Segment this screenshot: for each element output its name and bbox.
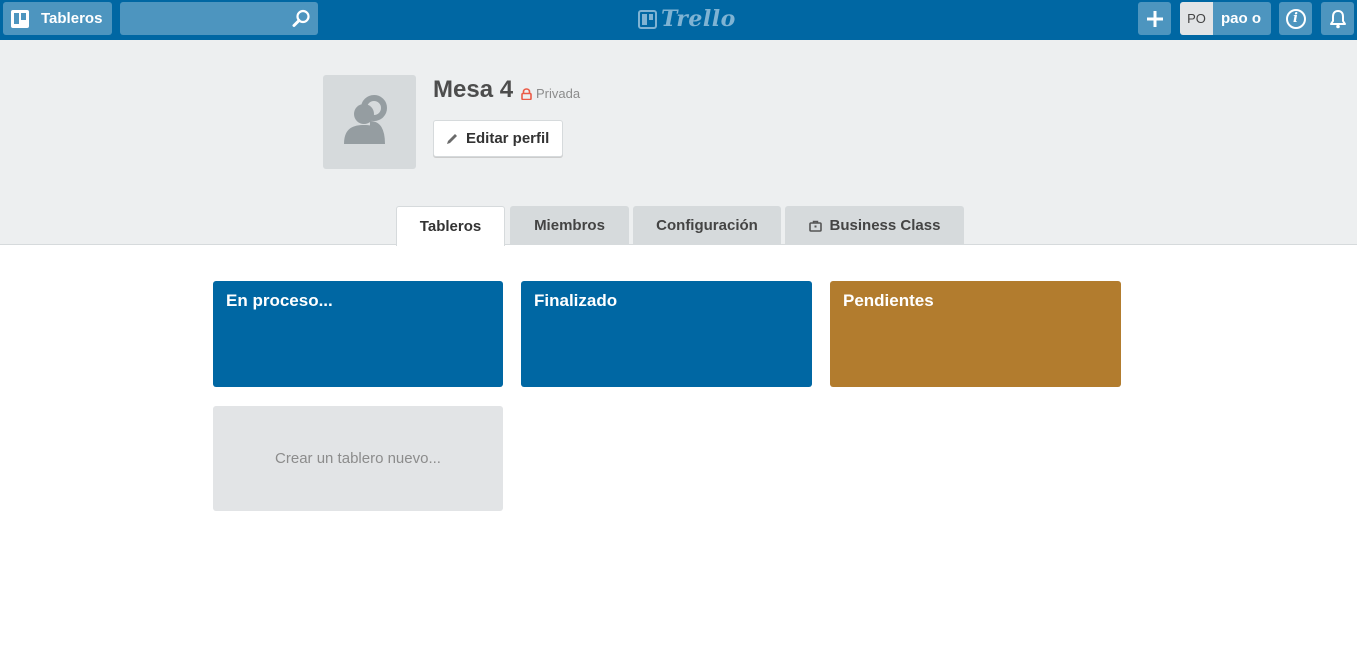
search-box[interactable] bbox=[120, 2, 318, 35]
user-name: pao o bbox=[1221, 10, 1261, 27]
privacy-indicator[interactable]: Privada bbox=[521, 86, 580, 101]
pencil-icon bbox=[447, 133, 457, 144]
organization-avatar bbox=[323, 75, 416, 169]
privacy-label: Privada bbox=[536, 86, 581, 101]
briefcase-icon bbox=[808, 220, 822, 232]
add-button[interactable] bbox=[1138, 2, 1171, 35]
logo-text: Trello bbox=[661, 6, 736, 32]
user-menu-button[interactable]: PO pao o bbox=[1180, 2, 1271, 35]
bell-icon bbox=[1329, 9, 1346, 28]
trello-logo-icon bbox=[638, 9, 657, 29]
board-tile-pendientes[interactable]: Pendientes bbox=[830, 281, 1121, 387]
profile-header: Mesa 4 Privada Editar perfil Tableros Mi… bbox=[0, 40, 1357, 246]
boards-button-label: Tableros bbox=[41, 10, 103, 27]
tab-settings[interactable]: Configuración bbox=[633, 206, 781, 245]
search-input[interactable] bbox=[120, 2, 285, 35]
organization-icon bbox=[343, 95, 387, 145]
tab-label: Configuración bbox=[656, 217, 758, 234]
tab-business-class[interactable]: Business Class bbox=[785, 206, 964, 245]
board-title: Finalizado bbox=[534, 291, 618, 310]
trello-logo[interactable]: Trello bbox=[638, 6, 736, 32]
tab-members[interactable]: Miembros bbox=[510, 206, 629, 245]
board-title: Pendientes bbox=[843, 291, 934, 310]
edit-profile-label: Editar perfil bbox=[466, 130, 550, 147]
tab-label: Miembros bbox=[534, 217, 605, 234]
tab-boards[interactable]: Tableros bbox=[396, 206, 505, 246]
organization-name: Mesa 4 bbox=[433, 76, 514, 103]
boards-button[interactable]: Tableros bbox=[3, 2, 112, 35]
board-tile-en-proceso[interactable]: En proceso... bbox=[213, 281, 503, 387]
plus-icon bbox=[1146, 10, 1163, 27]
create-board-label: Crear un tablero nuevo... bbox=[275, 450, 441, 467]
avatar: PO bbox=[1180, 2, 1213, 35]
tab-label: Business Class bbox=[829, 217, 941, 234]
search-icon[interactable] bbox=[292, 9, 311, 28]
top-header: Tableros Trello PO pao o i bbox=[0, 0, 1357, 40]
boards-icon bbox=[11, 9, 29, 28]
info-button[interactable]: i bbox=[1279, 2, 1312, 35]
board-tile-finalizado[interactable]: Finalizado bbox=[521, 281, 812, 387]
create-board-button[interactable]: Crear un tablero nuevo... bbox=[213, 406, 503, 511]
tab-label: Tableros bbox=[419, 218, 482, 235]
board-title: En proceso... bbox=[226, 291, 333, 310]
edit-profile-button[interactable]: Editar perfil bbox=[433, 120, 563, 157]
info-icon: i bbox=[1285, 8, 1306, 29]
lock-icon bbox=[521, 87, 532, 100]
notifications-button[interactable] bbox=[1321, 2, 1354, 35]
